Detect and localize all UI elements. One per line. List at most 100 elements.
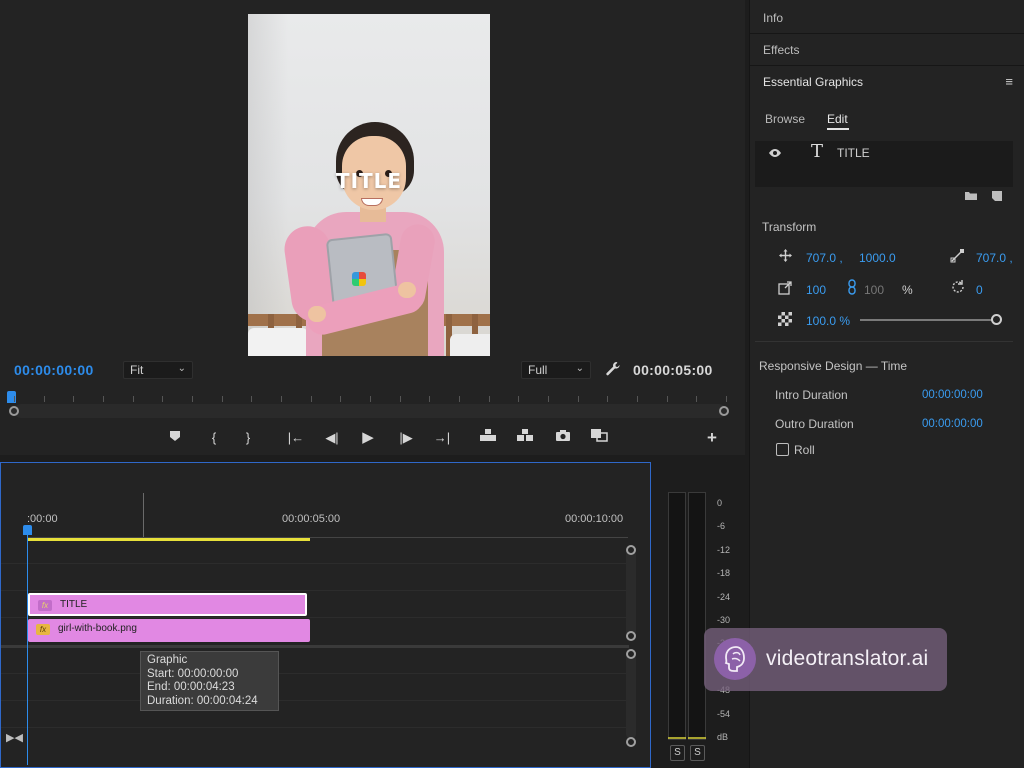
meter-channel-right: [688, 492, 706, 740]
tab-browse[interactable]: Browse: [765, 112, 805, 126]
opacity-value[interactable]: 100.0 %: [806, 314, 850, 328]
outro-duration-label: Outro Duration: [775, 417, 854, 431]
lift-button[interactable]: [476, 428, 500, 448]
meter-scale-label: -54: [717, 708, 731, 719]
meter-channel-left: [668, 492, 686, 740]
layer-name[interactable]: TITLE: [837, 146, 870, 160]
responsive-design-label: Responsive Design — Time: [759, 359, 908, 373]
mark-out-button[interactable]: }: [236, 428, 260, 448]
track-divider: [1, 727, 629, 728]
watermark-text: videotranslator.ai: [766, 647, 929, 670]
eye-icon[interactable]: [768, 146, 782, 161]
layer-list[interactable]: T TITLE: [755, 141, 1013, 187]
ruler-tick: [726, 396, 727, 402]
comparison-view-button[interactable]: [587, 428, 611, 448]
intro-duration-value[interactable]: 00:00:00:00: [922, 389, 983, 401]
mark-in-button[interactable]: {: [202, 428, 226, 448]
audio-tracks-scrollbar[interactable]: [626, 653, 636, 739]
clip-title[interactable]: fx TITLE: [28, 593, 307, 616]
rotation-value[interactable]: 0: [976, 283, 983, 297]
settings-wrench-icon[interactable]: [604, 360, 622, 378]
add-button-icon[interactable]: +: [700, 428, 724, 448]
ruler-tick: [637, 396, 638, 402]
current-timecode[interactable]: 00:00:00:00: [14, 362, 94, 378]
zoom-level-value: Fit: [130, 363, 144, 377]
video-tracks-scrollbar[interactable]: [626, 549, 636, 637]
position-y-value[interactable]: 1000.0: [859, 251, 896, 265]
ruler-tick: [281, 396, 282, 402]
clip-image[interactable]: fx girl-with-book.png: [28, 619, 310, 642]
roll-label: Roll: [794, 443, 815, 457]
scale-unit: %: [902, 283, 913, 297]
transform-label: Transform: [762, 220, 817, 234]
ruler-tick: [162, 396, 163, 402]
ruler-tick: [578, 396, 579, 402]
playback-resolution-value: Full: [528, 363, 548, 377]
active-tab-indicator: [827, 128, 849, 130]
tab-edit[interactable]: Edit: [827, 112, 848, 126]
watermark-banner: videotranslator.ai: [704, 628, 947, 691]
step-forward-button[interactable]: |▶: [394, 428, 418, 448]
work-area-bar[interactable]: [28, 538, 310, 541]
opacity-slider-handle[interactable]: [991, 314, 1002, 325]
scrollbar-handle[interactable]: [626, 545, 636, 555]
anchor-x-value[interactable]: 707.0 ,: [976, 251, 1013, 265]
add-marker-button[interactable]: [163, 428, 187, 448]
hamburger-menu-icon[interactable]: ≡: [1005, 74, 1013, 89]
step-back-button[interactable]: ◀|: [320, 428, 344, 448]
audio-meter: 0-6-12-18-24-30-36-42-48-54dB S S: [660, 486, 740, 768]
zoom-level-select[interactable]: Fit ⌄: [123, 361, 193, 379]
extract-button[interactable]: [513, 428, 537, 448]
outro-duration-value[interactable]: 00:00:00:00: [922, 418, 983, 430]
zoom-handles-icon[interactable]: ▶◀: [6, 731, 23, 744]
solo-right-button[interactable]: S: [690, 745, 705, 761]
rotation-icon: [950, 279, 966, 298]
folder-icon[interactable]: [964, 190, 978, 204]
track-divider: [1, 700, 629, 701]
meter-scale-label: -24: [717, 591, 731, 602]
playback-resolution-select[interactable]: Full ⌄: [521, 361, 591, 379]
scrollbar-handle[interactable]: [626, 631, 636, 641]
ruler-tick: [192, 396, 193, 402]
timeline-time-label: 00:00:05:00: [282, 513, 341, 525]
opacity-slider-track[interactable]: [860, 319, 996, 321]
scrollbar-handle[interactable]: [626, 649, 636, 659]
ruler-tick: [340, 396, 341, 402]
video-preview[interactable]: TITLE: [248, 14, 490, 356]
meter-scale-label: -6: [717, 521, 726, 532]
timeline-panel: :00:00 00:00:05:00 00:00:10:00 fx TITLE …: [0, 462, 651, 768]
export-frame-button[interactable]: [551, 428, 575, 448]
video-tablet-logo: [352, 272, 366, 286]
opacity-checker-icon: [778, 312, 792, 329]
track-divider: [1, 617, 629, 618]
track-divider: [1, 590, 629, 591]
go-to-in-button[interactable]: |←: [284, 428, 308, 448]
timeline-playhead-handle[interactable]: [23, 525, 32, 535]
monitor-scrub-bar[interactable]: [14, 404, 726, 418]
meter-scale-label: -30: [717, 615, 731, 625]
scrub-end-handle[interactable]: [719, 406, 729, 416]
play-button[interactable]: ▶: [356, 428, 380, 448]
essential-graphics-title[interactable]: Essential Graphics: [763, 75, 863, 89]
position-x-value[interactable]: 707.0 ,: [806, 251, 843, 265]
scrollbar-handle[interactable]: [626, 737, 636, 747]
ruler-tick: [222, 396, 223, 402]
meter-level-left: [668, 737, 686, 739]
timeline-playhead[interactable]: [27, 525, 28, 765]
text-layer-icon: T: [811, 141, 824, 162]
ruler-tick: [459, 396, 460, 402]
scale-value[interactable]: 100: [806, 283, 826, 297]
video-title-overlay[interactable]: TITLE: [248, 169, 490, 193]
link-icon[interactable]: [847, 279, 857, 298]
solo-left-button[interactable]: S: [670, 745, 685, 761]
go-to-out-button[interactable]: →|: [430, 428, 454, 448]
tab-effects[interactable]: Effects: [750, 34, 1024, 66]
chevron-down-icon: ⌄: [575, 363, 584, 374]
monitor-time-ruler[interactable]: [14, 396, 727, 404]
ruler-tick: [370, 396, 371, 402]
transport-controls: { } |← ◀| ▶ |▶ →| +: [0, 424, 745, 452]
scrub-start-handle[interactable]: [9, 406, 19, 416]
tab-info[interactable]: Info: [750, 2, 1024, 34]
roll-checkbox[interactable]: [776, 443, 789, 456]
new-layer-icon[interactable]: [991, 190, 1003, 205]
